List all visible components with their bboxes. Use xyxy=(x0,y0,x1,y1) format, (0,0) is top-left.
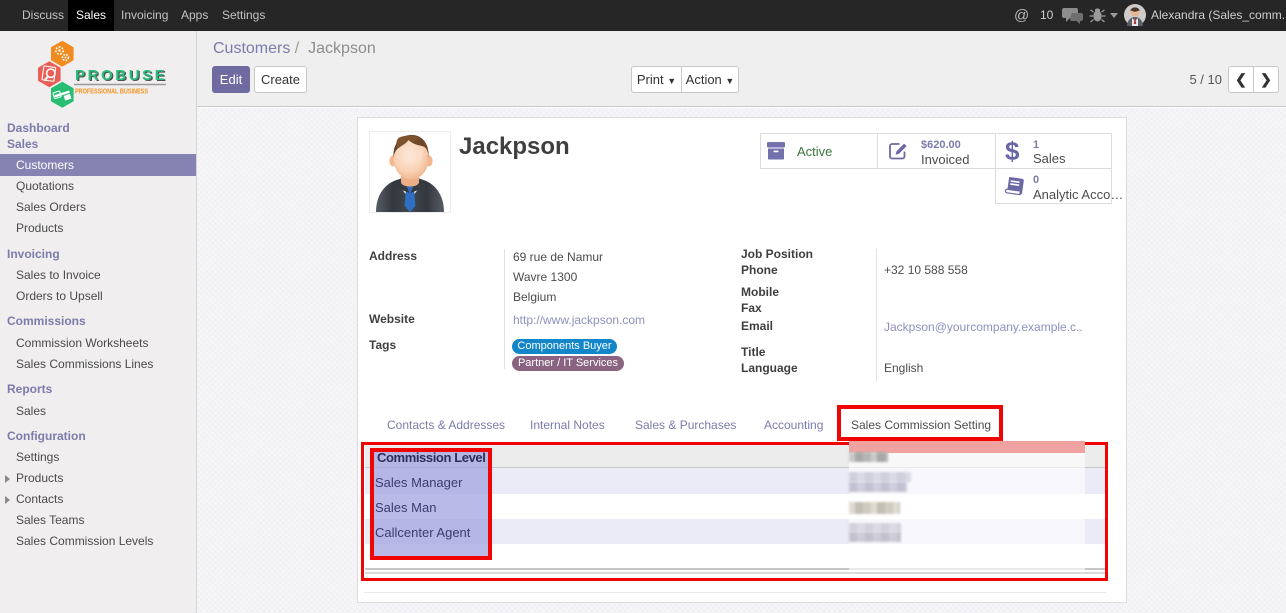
svg-text:PROFESSIONAL BUSINESS: PROFESSIONAL BUSINESS xyxy=(75,87,148,96)
svg-text:PROBUSE: PROBUSE xyxy=(75,67,167,84)
